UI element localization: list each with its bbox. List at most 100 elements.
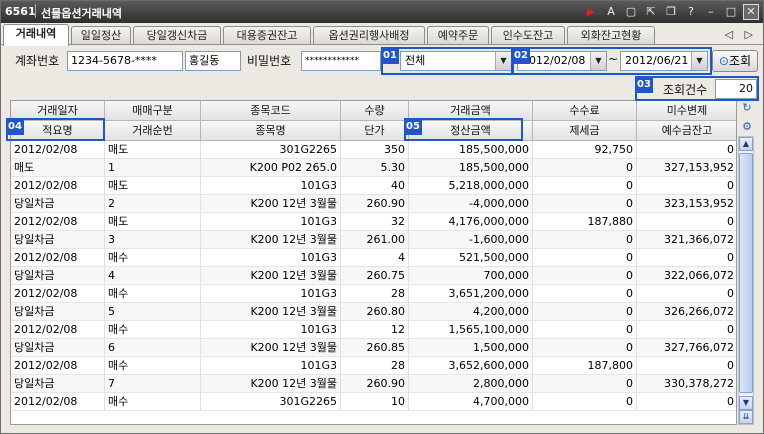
table-row[interactable]: 2012/02/08 매도 101G3 40 5,218,000,000 0 0 [11, 177, 736, 195]
header-trade-date: 거래일자 [11, 101, 105, 121]
cell-date-or-summary: 2012/02/08 [11, 177, 105, 195]
cell-amount: 185,500,000 [409, 141, 533, 159]
cell-amount: 4,700,000 [409, 393, 533, 411]
table-row[interactable]: 당일차금 6 K200 12년 3월물 260.85 1,500,000 0 327,766… [11, 339, 736, 357]
cell-date-or-summary: 당일차금 [11, 195, 105, 213]
cell-repay-or-balance: 0 [637, 393, 736, 411]
cell-amount: 1,500,000 [409, 339, 533, 357]
maximize-icon[interactable]: □ [723, 4, 739, 20]
screen-code: 6561 [5, 5, 36, 18]
font-icon[interactable]: A [603, 4, 619, 20]
copy-icon[interactable]: ❐ [663, 4, 679, 20]
table-row[interactable]: 2012/02/08 매수 101G3 4 521,500,000 0 0 [11, 249, 736, 267]
table-row[interactable]: 당일차금 5 K200 12년 3월물 260.80 4,200,000 0 326,266… [11, 303, 736, 321]
cell-repay-or-balance: 323,153,952 [637, 195, 736, 213]
play-icon[interactable]: ▶ [583, 4, 599, 20]
tab-substitute-securities[interactable]: 대용증권잔고 [223, 26, 311, 45]
tab-reserved-orders[interactable]: 예약주문 [427, 26, 489, 45]
scroll-up-icon[interactable]: ▲ [739, 137, 753, 151]
cell-date-or-summary: 2012/02/08 [11, 285, 105, 303]
cell-amount: 4,200,000 [409, 303, 533, 321]
header-trade-type: 매매구분 [105, 101, 201, 121]
cell-amount: 1,565,100,000 [409, 321, 533, 339]
close-icon[interactable]: ✕ [743, 4, 759, 20]
cell-repay-or-balance: 0 [637, 213, 736, 231]
cell-item: 301G2265 [201, 393, 341, 411]
cell-type-or-seq: 4 [105, 267, 201, 285]
cell-item: 101G3 [201, 285, 341, 303]
tab-trade-history[interactable]: 거래내역 [3, 24, 69, 46]
cell-item: K200 12년 3월물 [201, 267, 341, 285]
cell-date-or-summary: 2012/02/08 [11, 357, 105, 375]
table-row[interactable]: 2012/02/08 매도 301G2265 350 185,500,000 92,750… [11, 141, 736, 159]
date-to-picker[interactable]: 2012/06/21 ▼ [620, 51, 708, 71]
cell-commission-or-tax: 0 [533, 375, 637, 393]
scroll-end-icon[interactable]: ⇊ [739, 410, 753, 424]
table-row[interactable]: 2012/02/08 매수 101G3 28 3,651,200,000 0 0 [11, 285, 736, 303]
cell-qty-or-price: 260.85 [341, 339, 409, 357]
table-row[interactable]: 2012/02/08 매도 101G3 32 4,176,000,000 187,880 0 [11, 213, 736, 231]
table-row[interactable]: 당일차금 7 K200 12년 3월물 260.90 2,800,000 0 330,378… [11, 375, 736, 393]
cell-repay-or-balance: 326,266,072 [637, 303, 736, 321]
table-row[interactable]: 당일차금 2 K200 12년 3월물 260.90 -4,000,000 0 323,15… [11, 195, 736, 213]
table-row[interactable]: 매도 1 K200 P02 265.0 5.30 185,500,000 0 327,153… [11, 159, 736, 177]
cell-qty-or-price: 260.90 [341, 375, 409, 393]
badge-02: 02 [512, 47, 530, 64]
chevron-down-icon[interactable]: ▼ [691, 52, 707, 70]
trade-history-grid: 거래일자 매매구분 종목코드 수량 거래금액 수수료 미수변제 적요명 거래순번… [10, 100, 737, 425]
settings-icon[interactable]: ⚙ [740, 120, 754, 134]
vertical-scrollbar[interactable]: ▲ ▼ ⇊ [738, 136, 754, 425]
badge-01: 01 [381, 47, 399, 64]
minimize-icon[interactable]: – [703, 4, 719, 20]
cell-amount: 5,218,000,000 [409, 177, 533, 195]
cell-commission-or-tax: 187,800 [533, 357, 637, 375]
cell-date-or-summary: 당일차금 [11, 339, 105, 357]
trade-type-select[interactable]: 전체 ▼ [400, 51, 512, 71]
cell-type-or-seq: 매수 [105, 285, 201, 303]
count-field[interactable]: 20 [715, 79, 757, 99]
popout-icon[interactable]: ⇱ [643, 4, 659, 20]
chevron-down-icon[interactable]: ▼ [590, 52, 606, 70]
cell-commission-or-tax: 0 [533, 249, 637, 267]
header-item-code: 종목코드 [201, 101, 341, 121]
cell-type-or-seq: 1 [105, 159, 201, 177]
window-icon[interactable]: ▢ [623, 4, 639, 20]
cell-amount: 4,176,000,000 [409, 213, 533, 231]
cell-date-or-summary: 당일차금 [11, 231, 105, 249]
cell-item: 101G3 [201, 213, 341, 231]
tab-daily-settlement[interactable]: 일일정산 [71, 26, 131, 45]
cell-repay-or-balance: 322,066,072 [637, 267, 736, 285]
table-row[interactable]: 당일차금 3 K200 12년 3월물 261.00 -1,600,000 0 321,36… [11, 231, 736, 249]
table-row[interactable]: 당일차금 4 K200 12년 3월물 260.75 700,000 0 322,066,0… [11, 267, 736, 285]
table-row[interactable]: 2012/02/08 매수 101G3 12 1,565,100,000 0 0 [11, 321, 736, 339]
scroll-thumb[interactable] [739, 153, 753, 393]
cell-type-or-seq: 7 [105, 375, 201, 393]
cell-item: 101G3 [201, 357, 341, 375]
table-row[interactable]: 2012/02/08 매수 101G3 28 3,652,600,000 187,800 0 [11, 357, 736, 375]
cell-amount: 3,652,600,000 [409, 357, 533, 375]
cell-type-or-seq: 매도 [105, 213, 201, 231]
cell-date-or-summary: 2012/02/08 [11, 321, 105, 339]
cell-repay-or-balance: 330,378,272 [637, 375, 736, 393]
tab-delivery-balance[interactable]: 인수도잔고 [491, 26, 565, 45]
refresh-icon[interactable]: ↻ [740, 101, 754, 115]
tab-bar: 거래내역 일일정산 당일갱신차금 대용증권잔고 옵션권리행사배정 예약주문 인수… [1, 24, 763, 46]
chevron-down-icon[interactable]: ▼ [495, 52, 511, 70]
badge-04: 04 [6, 118, 24, 135]
tab-scroll-arrows[interactable]: ◁ ▷ [725, 28, 757, 41]
badge-05: 05 [404, 118, 422, 135]
help-icon[interactable]: ? [683, 4, 699, 20]
tab-daily-renewal[interactable]: 당일갱신차금 [133, 26, 221, 45]
scroll-down-icon[interactable]: ▼ [739, 396, 753, 410]
account-number-field[interactable]: 1234-5678-**** [67, 51, 183, 71]
header-trade-amount: 거래금액 [409, 101, 533, 121]
cell-amount: 2,800,000 [409, 375, 533, 393]
app-window: 6561 선물옵션거래내역 ▶ A ▢ ⇱ ❐ ? – □ ✕ 거래내역 일일정… [0, 0, 764, 434]
tab-option-exercise[interactable]: 옵션권리행사배정 [313, 26, 425, 45]
date-from-picker[interactable]: 2012/02/08 ▼ [517, 51, 607, 71]
account-label: 계좌번호 [15, 54, 60, 68]
tab-fx-balance[interactable]: 외화잔고현황 [567, 26, 655, 45]
table-row[interactable]: 2012/02/08 매수 301G2265 10 4,700,000 0 0 [11, 393, 736, 411]
password-field[interactable]: ************ [301, 51, 381, 71]
query-button[interactable]: ⊙조회 [712, 50, 758, 72]
